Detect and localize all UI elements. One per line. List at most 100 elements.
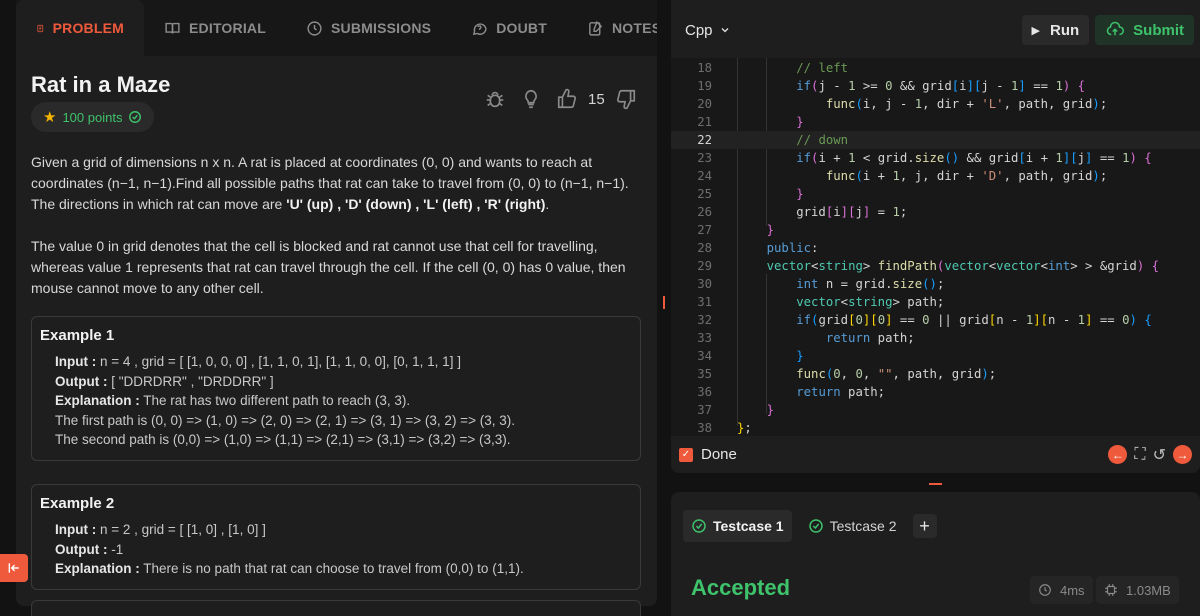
clock-icon [307,20,322,36]
code-line: 21 } [697,115,804,129]
code-editor[interactable]: 18 // left 19 if(j - 1 >= 0 && grid[i][j… [671,58,1200,436]
notes-icon [589,20,603,36]
code-line: 18 // left [697,61,849,75]
done-label: Done [701,446,737,463]
tab-label: PROBLEM [52,20,124,36]
example-input: Input : n = 2 , grid = [ [1, 0] , [1, 0]… [40,520,632,540]
example-3-partial [31,600,641,616]
code-line: 33 return path; [697,331,915,345]
editor-toolbar: Cpp ▶ Run Submit [671,0,1200,60]
editor-footer: ✓ Done ← ⛶ ↺ → [671,436,1200,473]
code-line: 35 func(0, 0, "", path, grid); [697,367,997,381]
star-icon: ★ [43,109,57,126]
example-explanation: Explanation : There is no path that rat … [40,559,632,579]
description-period: . [545,196,550,212]
horizontal-splitter[interactable] [929,483,942,485]
collapse-panel-button[interactable] [0,554,28,582]
code-line: 34 } [697,349,804,363]
directions-text: 'U' (up) , 'D' (down) , 'L' (left) , 'R'… [286,196,546,212]
explanation-label: Explanation : [55,393,140,408]
points-badge: ★ 100 points [31,102,155,132]
testcase-panel: Testcase 1 Testcase 2 + Accepted 4ms 1.0… [671,492,1200,616]
previous-problem-button[interactable]: ← [1108,445,1128,464]
testcase-label: Testcase 2 [829,518,897,534]
tab-label: DOUBT [496,20,547,36]
editor-panel: Cpp ▶ Run Submit 18 // left 19 if(j - 1 … [671,0,1200,473]
explanation-value: There is no path that rat can choose to … [139,561,524,576]
next-problem-button[interactable]: → [1173,445,1192,464]
vertical-splitter[interactable] [663,296,665,309]
problem-tabs: PROBLEM EDITORIAL SUBMISSIONS DOUBT NOTE… [16,0,657,56]
submit-button[interactable]: Submit [1095,15,1194,45]
testcase-tab-1[interactable]: Testcase 1 [683,510,792,542]
tab-notes[interactable]: NOTES [567,0,657,56]
memory-value: 1.03MB [1126,582,1171,598]
add-testcase-button[interactable]: + [912,514,937,538]
chat-icon [473,22,487,35]
example-output: Output : -1 [40,540,632,560]
memory-stat: 1.03MB [1096,576,1179,604]
example-2: Example 2 Input : n = 2 , grid = [ [1, 0… [31,484,641,590]
code-line: 25 } [697,187,804,201]
check-circle-icon [129,111,142,123]
code-line: 28 public: [697,241,819,255]
fullscreen-icon[interactable]: ⛶ [1134,446,1145,464]
bug-icon[interactable] [484,88,506,110]
code-line: 20 func(i, j - 1, dir + 'L', path, grid)… [697,97,1108,111]
testcase-tab-2[interactable]: Testcase 2 [800,510,905,542]
code-line: 26 grid[i][j] = 1; [697,205,908,219]
tab-doubt[interactable]: DOUBT [451,0,567,56]
input-value: n = 4 , grid = [ [1, 0, 0, 0] , [1, 1, 0… [96,354,461,369]
input-label: Input : [55,354,97,369]
thumbs-up-icon[interactable] [556,88,578,110]
problem-actions: 15 [484,88,637,110]
run-button[interactable]: ▶ Run [1021,15,1090,45]
submit-label: Submit [1133,21,1184,39]
collapse-left-icon [8,563,19,573]
check-circle-icon [692,519,706,533]
explanation-label: Explanation : [55,561,140,576]
code-line-current: 22 // down [671,131,1200,149]
done-toggle[interactable]: ✓ Done [679,446,737,463]
description-paragraph: The value 0 in grid denotes that the cel… [31,238,626,296]
description-paragraph: Given a grid of dimensions n x n. A rat … [31,152,631,215]
clock-icon [1039,584,1051,596]
runtime-value: 4ms [1060,582,1085,598]
tab-editorial[interactable]: EDITORIAL [144,0,286,56]
example-input: Input : n = 4 , grid = [ [1, 0, 0, 0] , … [40,352,632,372]
run-label: Run [1049,21,1080,39]
points-label: 100 points [62,109,123,125]
lightbulb-icon[interactable] [520,88,542,110]
tab-problem[interactable]: PROBLEM [16,0,144,56]
code-line: 31 vector<string> path; [697,295,945,309]
example-explanation: Explanation : The rat has two different … [40,391,632,411]
runtime-stat: 4ms [1030,576,1093,604]
testcase-label: Testcase 1 [713,518,784,534]
code-line: 32 if(grid[0][0] == 0 || grid[n - 1][n -… [697,313,1152,327]
thumbs-down-icon[interactable] [615,88,637,110]
code-line: 37 } [697,403,775,417]
code-line: 24 func(i + 1, j, dir + 'D', path, grid)… [697,169,1108,183]
check-circle-icon [808,519,823,533]
output-label: Output : [55,541,108,557]
tab-submissions[interactable]: SUBMISSIONS [286,0,451,56]
language-selector[interactable]: Cpp [685,22,731,39]
language-label: Cpp [685,21,713,39]
example-extra: The second path is (0,0) => (1,0) => (1,… [55,432,511,447]
play-icon: ▶ [1031,24,1040,37]
tab-label: EDITORIAL [189,20,266,36]
problem-description: Given a grid of dimensions n x n. A rat … [31,152,631,320]
tab-label: NOTES [612,20,657,36]
code-line: 36 return path; [697,385,886,399]
book-icon [165,22,180,34]
example-output: Output : [ "DDRDRR" , "DRDDRR" ] [40,372,632,392]
example-title: Example 2 [40,495,115,512]
explanation-value: The rat has two different path to reach … [139,393,411,408]
reset-icon[interactable]: ↺ [1153,445,1166,465]
example-1: Example 1 Input : n = 4 , grid = [ [1, 0… [31,316,641,461]
done-checkbox[interactable]: ✓ [679,447,693,462]
code-line: 27 } [697,223,775,237]
input-label: Input : [55,522,97,537]
testcase-tabs: Testcase 1 Testcase 2 + [683,510,937,542]
result-status: Accepted [691,575,791,600]
